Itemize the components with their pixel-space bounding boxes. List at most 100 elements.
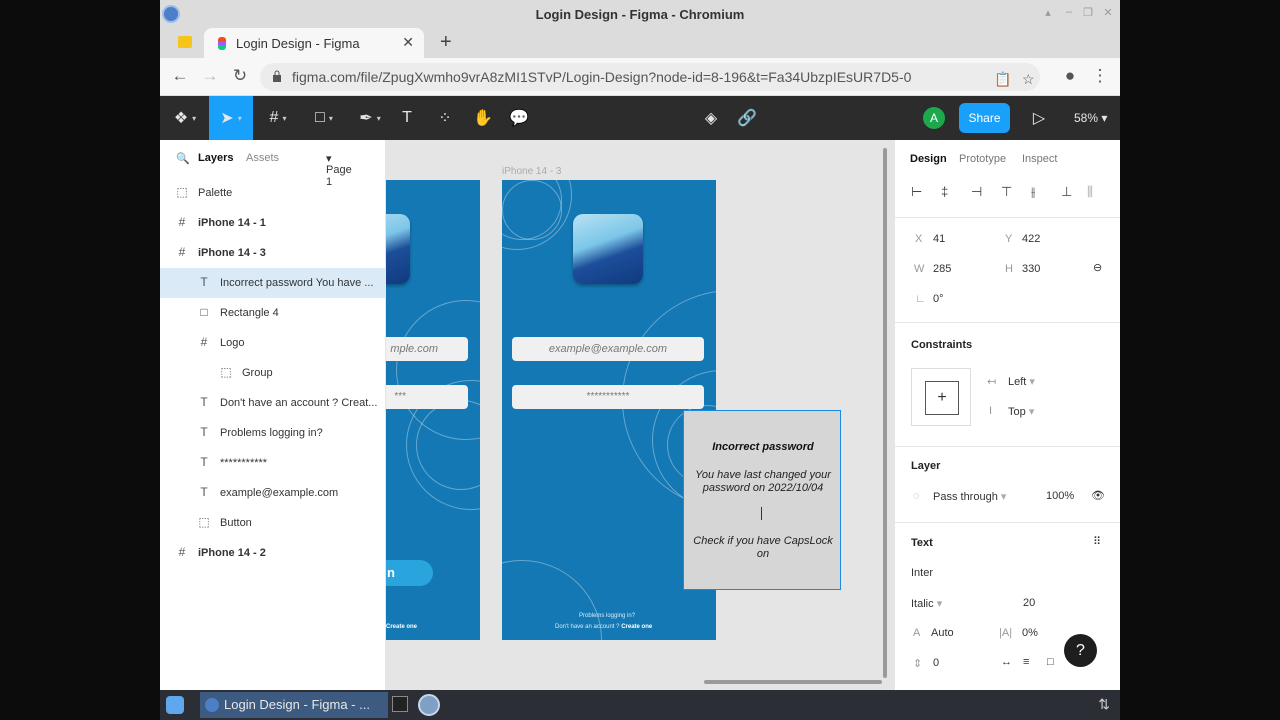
w-input[interactable]: 285 — [933, 263, 951, 275]
tab-inspect[interactable]: Inspect — [1022, 153, 1057, 165]
page-selector[interactable]: Page 1 ▾ — [326, 152, 352, 188]
move-tool-icon[interactable]: ➤ ▾ — [209, 96, 253, 140]
align-middle-icon[interactable]: ⫲ — [1031, 184, 1035, 200]
align-top-icon[interactable]: ⊤ — [1001, 184, 1012, 200]
y-input[interactable]: 422 — [1022, 233, 1040, 245]
auto-height-icon[interactable]: ≡ — [1023, 656, 1029, 668]
canvas-horizontal-scrollbar[interactable] — [704, 680, 882, 684]
maximize-icon[interactable]: ❐ — [1080, 6, 1096, 19]
create-one-partial-label: Create one — [386, 624, 418, 630]
opacity-input[interactable]: 100% — [1046, 490, 1074, 502]
constraints-widget[interactable]: + — [911, 368, 971, 426]
tab-prototype[interactable]: Prototype — [959, 153, 1006, 165]
layer-item[interactable]: T Don't have an account ? Creat... — [160, 388, 386, 418]
align-bottom-icon[interactable]: ⊥ — [1061, 184, 1072, 200]
constraint-horizontal[interactable]: Left ▾ — [1008, 375, 1035, 388]
present-play-icon[interactable]: ▷ — [1024, 96, 1054, 140]
window-up-icon[interactable]: ▴ — [1040, 6, 1056, 19]
clipboard-icon[interactable]: 📋 — [994, 71, 1011, 88]
distribute-icon[interactable]: ⫼ — [1087, 184, 1093, 200]
constrain-proportions-icon[interactable]: ⊖ — [1093, 261, 1102, 274]
password-field-partial[interactable]: *** — [386, 385, 468, 409]
align-right-icon[interactable]: ⊣ — [971, 184, 982, 200]
avatar[interactable]: A — [923, 107, 945, 129]
browser-tab[interactable]: Login Design - Figma ✕ — [204, 28, 424, 58]
minimize-icon[interactable]: – — [1061, 6, 1077, 18]
forward-icon[interactable]: → — [200, 66, 220, 86]
terminal-icon[interactable] — [392, 696, 408, 712]
search-layers-icon[interactable]: 🔍 — [176, 152, 190, 165]
canvas-vertical-scrollbar[interactable] — [883, 148, 887, 678]
auto-width-icon[interactable]: ↔ — [1001, 656, 1012, 668]
layer-item[interactable]: Texample@example.com — [160, 478, 386, 508]
layer-item[interactable]: T Problems logging in? — [160, 418, 386, 448]
pen-tool-icon[interactable]: ✒ ▾ — [348, 96, 392, 140]
h-input[interactable]: 330 — [1022, 263, 1040, 275]
constraint-vertical[interactable]: Top ▾ — [1008, 405, 1034, 418]
layer-item[interactable]: □ Rectangle 4 — [160, 298, 386, 328]
layer-item[interactable]: ⬚ Group — [160, 358, 386, 388]
letter-spacing-input[interactable]: 0% — [1022, 627, 1038, 639]
paragraph-spacing-input[interactable]: 0 — [933, 657, 939, 669]
menu-kebab-icon[interactable]: ⋮ — [1090, 66, 1110, 86]
layer-item[interactable]: # iPhone 14 - 3 — [160, 238, 386, 268]
email-field-partial[interactable]: mple.com — [386, 337, 468, 361]
network-tray-icon[interactable]: ⇅ — [1098, 696, 1110, 713]
layer-item[interactable]: # iPhone 14 - 1 — [160, 208, 386, 238]
resources-icon[interactable]: ⁘ — [430, 96, 460, 140]
reload-icon[interactable]: ↻ — [230, 66, 250, 86]
blend-mode-select[interactable]: Pass through ▾ — [933, 490, 1006, 503]
frame-tool-icon[interactable]: # ▾ — [256, 96, 300, 140]
share-button[interactable]: Share — [959, 103, 1010, 133]
incorrect-password-textbox[interactable]: Incorrect password You have last changed… — [683, 410, 841, 590]
hand-tool-icon[interactable]: ✋ — [468, 96, 498, 140]
link-icon[interactable]: 🔗 — [732, 96, 762, 140]
font-family-select[interactable]: Inter — [911, 567, 933, 579]
component-icon[interactable]: ◈ — [696, 96, 726, 140]
frame-icon: # — [178, 545, 186, 559]
email-field[interactable]: example@example.com — [512, 337, 704, 361]
new-tab-icon[interactable]: + — [440, 31, 452, 54]
tab-close-icon[interactable]: ✕ — [402, 34, 414, 51]
zoom-level[interactable]: 58% ▾ — [1074, 111, 1107, 125]
chromium-launcher-icon[interactable] — [418, 694, 440, 716]
frame-iphone-partial[interactable]: mple.com *** n ? Create one — [386, 180, 480, 640]
x-input[interactable]: 41 — [933, 233, 945, 245]
text-styles-icon[interactable]: ⠿ — [1093, 535, 1101, 548]
canvas[interactable]: mple.com *** n ? Create one iPhone 14 - … — [386, 140, 894, 690]
signin-button-partial[interactable]: n — [386, 560, 433, 586]
figma-favicon-icon — [218, 37, 226, 50]
layer-item[interactable]: ⬚ Button — [160, 508, 386, 538]
rotation-input[interactable]: 0° — [933, 293, 944, 305]
layer-item[interactable]: ⬚ Palette — [160, 178, 386, 208]
frame-label[interactable]: iPhone 14 - 3 — [502, 166, 562, 177]
bookmark-star-icon[interactable]: ☆ — [1022, 71, 1035, 88]
align-left-icon[interactable]: ⊢ — [911, 184, 922, 200]
close-window-icon[interactable]: ✕ — [1100, 6, 1116, 19]
tab-search-icon[interactable] — [178, 36, 192, 48]
visibility-eye-icon[interactable]: 👁 — [1091, 489, 1105, 502]
comment-tool-icon[interactable]: 💬 — [504, 96, 534, 140]
text-tool-icon[interactable]: T — [392, 96, 422, 140]
align-center-h-icon[interactable]: ‡ — [941, 184, 948, 199]
shape-tool-icon[interactable]: □ ▾ — [302, 96, 346, 140]
layer-item[interactable]: # Logo — [160, 328, 386, 358]
layer-item[interactable]: T *********** — [160, 448, 386, 478]
tab-layers[interactable]: Layers — [198, 152, 233, 164]
font-style-select[interactable]: Italic ▾ — [911, 597, 942, 610]
help-button[interactable]: ? — [1064, 634, 1097, 667]
profile-icon[interactable]: ● — [1060, 66, 1080, 86]
tab-assets[interactable]: Assets — [246, 152, 279, 164]
url-input[interactable]: figma.com/file/ZpugXwmho9vrA8zMI1STvP/Lo… — [260, 63, 1040, 91]
tab-design[interactable]: Design — [910, 153, 947, 165]
back-icon[interactable]: ← — [170, 66, 190, 86]
font-size-input[interactable]: 20 — [1023, 597, 1035, 609]
taskbar-chromium-window[interactable]: Login Design - Figma - ... — [200, 692, 388, 718]
line-height-input[interactable]: Auto — [931, 627, 954, 639]
start-menu-icon[interactable] — [166, 696, 184, 714]
password-field[interactable]: *********** — [512, 385, 704, 409]
layer-item[interactable]: # iPhone 14 - 2 — [160, 538, 386, 568]
layer-item[interactable]: T Incorrect password You have ... — [160, 268, 386, 298]
figma-menu-icon[interactable]: ❖ ▾ — [164, 96, 206, 140]
fixed-size-icon[interactable]: □ — [1047, 656, 1054, 668]
